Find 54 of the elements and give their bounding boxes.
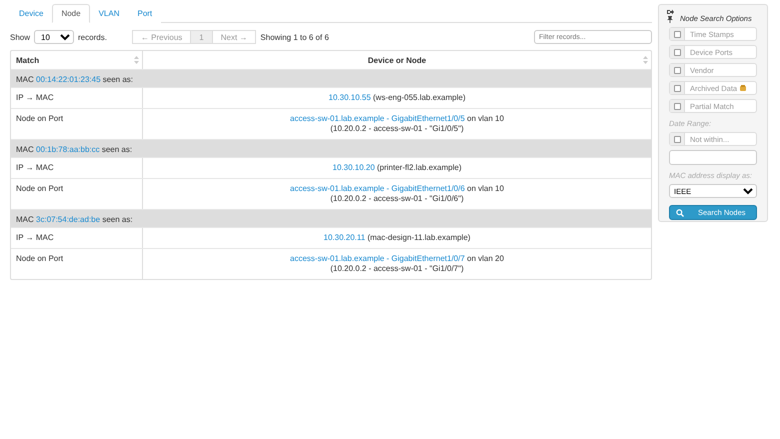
ip-link[interactable]: 10.30.20.11 bbox=[324, 233, 366, 242]
vlan-text: on vlan 10 bbox=[467, 114, 504, 123]
match-label: IP → MAC bbox=[16, 233, 54, 242]
match-label: Node on Port bbox=[16, 184, 64, 193]
vlan-text: on vlan 10 bbox=[467, 184, 504, 193]
checkbox[interactable] bbox=[674, 66, 680, 74]
checkbox[interactable] bbox=[674, 30, 680, 38]
sort-icon[interactable] bbox=[134, 56, 139, 64]
page-button[interactable]: 1 bbox=[190, 30, 213, 44]
search-icon bbox=[676, 208, 684, 216]
checkbox[interactable] bbox=[674, 48, 680, 56]
records-select[interactable]: 10 bbox=[34, 30, 74, 44]
port-link[interactable]: access-sw-01.lab.example - GigabitEthernet1/0/6 bbox=[290, 184, 465, 193]
hostname: (printer-fl2.lab.example) bbox=[377, 163, 462, 172]
tab[interactable]: Node bbox=[52, 4, 90, 23]
port-detail: (10.20.0.2 - access-sw-01 - "Gi1/0/7") bbox=[330, 264, 464, 273]
column-header: Match bbox=[16, 56, 40, 65]
port-link[interactable]: access-sw-01.lab.example - GigabitEthernet1/0/7 bbox=[290, 254, 465, 263]
match-label: Node on Port bbox=[16, 254, 64, 263]
tab[interactable]: VLAN bbox=[90, 4, 128, 23]
group-label: MAC bbox=[16, 75, 35, 84]
match-label: IP → MAC bbox=[16, 93, 54, 102]
sort-icon[interactable] bbox=[643, 56, 648, 64]
group-label: MAC bbox=[16, 145, 35, 154]
mac-link[interactable]: 00:1b:78:aa:bb:cc bbox=[36, 145, 100, 154]
date-field[interactable] bbox=[669, 150, 757, 165]
sign-out-icon[interactable] bbox=[667, 9, 674, 15]
mac-link[interactable]: 3c:07:54:de:ad:be bbox=[36, 215, 100, 224]
port-detail: (10.20.0.2 - access-sw-01 - "Gi1/0/6") bbox=[330, 194, 464, 203]
port-detail: (10.20.0.2 - access-sw-01 - "Gi1/0/5") bbox=[330, 124, 464, 133]
hostname: (ws-eng-055.lab.example) bbox=[373, 93, 466, 102]
previous-button[interactable]: ← Previous bbox=[132, 30, 192, 44]
match-label: IP → MAC bbox=[16, 163, 54, 172]
records-label: records. bbox=[78, 32, 107, 42]
ip-link[interactable]: 10.30.10.55 bbox=[328, 93, 371, 102]
ip-link[interactable]: 10.30.10.20 bbox=[332, 163, 375, 172]
tab[interactable]: Device bbox=[10, 4, 52, 23]
group-label: seen as: bbox=[100, 145, 132, 154]
pin-icon[interactable] bbox=[667, 16, 673, 23]
column-header: Device or Node bbox=[368, 56, 426, 65]
hostname: (mac-design-11.lab.example) bbox=[367, 233, 470, 242]
vlan-text: on vlan 20 bbox=[467, 254, 504, 263]
group-label: seen as: bbox=[101, 215, 133, 224]
group-label: seen as: bbox=[102, 75, 134, 84]
match-label: Node on Port bbox=[16, 114, 64, 123]
group-label: MAC bbox=[16, 215, 35, 224]
next-button[interactable]: Next → bbox=[212, 30, 256, 44]
checkbox[interactable] bbox=[674, 136, 680, 142]
checkbox[interactable] bbox=[674, 102, 680, 110]
port-link[interactable]: access-sw-01.lab.example - GigabitEthernet1/0/5 bbox=[290, 114, 465, 123]
checkbox[interactable] bbox=[674, 84, 680, 92]
mac-link[interactable]: 00:14:22:01:23:45 bbox=[36, 75, 101, 84]
show-label: Show bbox=[10, 32, 30, 42]
showing-info: Showing 1 to 6 of 6 bbox=[260, 32, 329, 42]
